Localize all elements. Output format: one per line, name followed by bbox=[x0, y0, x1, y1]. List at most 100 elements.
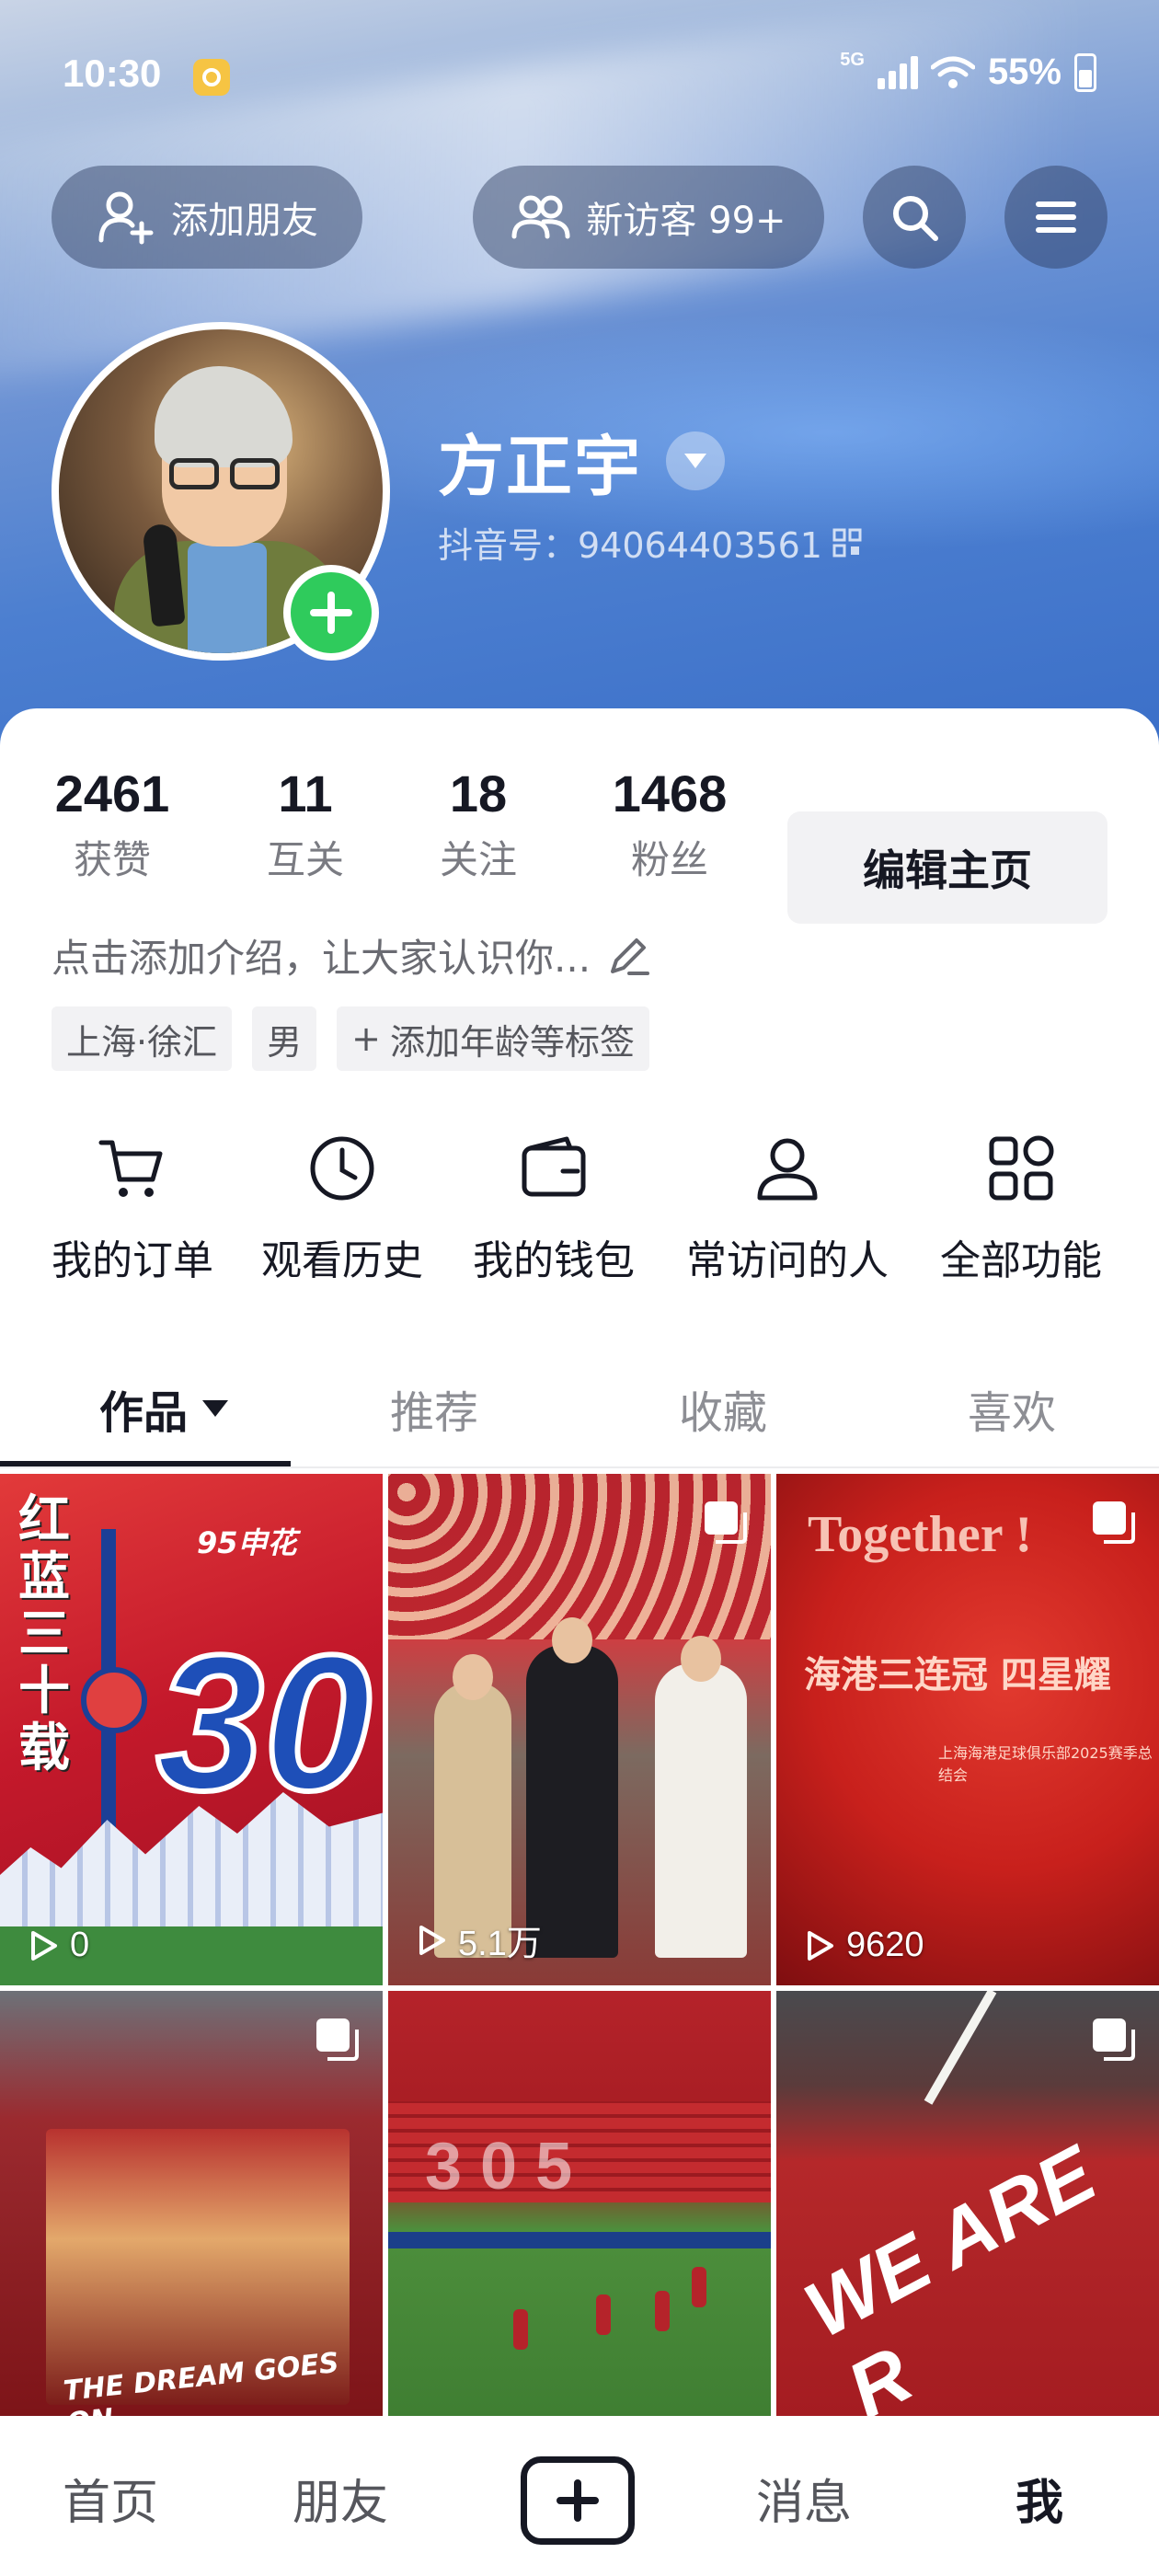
top-action-bar: 添加朋友 新访客 99+ bbox=[0, 166, 1159, 272]
video-tile[interactable]: Together ! 海港三连冠 四星耀 上海海港足球俱乐部2025赛季总结会 … bbox=[776, 1474, 1159, 1985]
grid-icon bbox=[989, 1135, 1054, 1201]
thumbnail-text: 305 bbox=[425, 2130, 591, 2203]
qr-code-icon bbox=[832, 528, 862, 557]
feature-label: 我的订单 bbox=[52, 1237, 213, 1284]
stat-value: 1468 bbox=[612, 765, 728, 822]
feature-label: 全部功能 bbox=[940, 1237, 1102, 1284]
profile-stats: 2461 获赞 11 互关 18 关注 1468 粉丝 编辑主页 bbox=[0, 764, 1159, 924]
add-tag-button[interactable]: + 添加年龄等标签 bbox=[337, 1006, 649, 1071]
video-tile[interactable]: WE ARE R bbox=[776, 1991, 1159, 2418]
stat-following[interactable]: 18 关注 bbox=[430, 764, 526, 885]
nav-friends[interactable]: 朋友 bbox=[293, 2464, 388, 2533]
feature-label: 我的钱包 bbox=[473, 1237, 635, 1284]
add-user-icon bbox=[98, 191, 154, 245]
play-icon bbox=[808, 1930, 833, 1961]
view-count-text: 0 bbox=[70, 1926, 90, 1964]
view-count: 5.1万 bbox=[412, 1915, 542, 1965]
thumbnail-text: WE ARE R bbox=[790, 2129, 1109, 2418]
tab-likes[interactable]: 喜欢 bbox=[968, 1376, 1056, 1441]
visitors-label: 新访客 99+ bbox=[586, 200, 786, 242]
nav-messages[interactable]: 消息 bbox=[756, 2464, 852, 2533]
nav-me[interactable]: 我 bbox=[1016, 2464, 1063, 2533]
douyin-id-text: 抖音号：94064403561 bbox=[438, 525, 822, 566]
person-icon bbox=[757, 1138, 818, 1201]
tag-location[interactable]: 上海·徐汇 bbox=[52, 1006, 233, 1071]
edit-profile-button[interactable]: 编辑主页 bbox=[787, 811, 1107, 924]
nav-home[interactable]: 首页 bbox=[63, 2464, 158, 2533]
tag-gender[interactable]: 男 bbox=[252, 1006, 317, 1071]
feature-wallet[interactable]: 我的钱包 bbox=[473, 1132, 635, 1286]
battery-percent: 55% bbox=[987, 52, 1061, 92]
tab-label: 作品 bbox=[99, 1387, 189, 1439]
clock-icon bbox=[310, 1136, 374, 1201]
create-button[interactable] bbox=[521, 2456, 635, 2545]
network-type: 5G bbox=[840, 49, 865, 70]
view-count-text: 5.1万 bbox=[458, 1925, 542, 1963]
video-grid: 红蓝三十载 95申花 30 0 5.1万 Together ! 海港三连冠 四星… bbox=[0, 1474, 1159, 2486]
dropdown-arrow-icon bbox=[202, 1400, 229, 1417]
tab-works[interactable]: 作品 bbox=[99, 1376, 230, 1441]
status-indicators: 5G 55% bbox=[840, 49, 1096, 93]
video-tile[interactable]: 5.1万 bbox=[388, 1474, 771, 1985]
stat-label: 互关 bbox=[266, 837, 344, 882]
video-tile[interactable]: THE DREAM GOES ON bbox=[0, 1991, 383, 2418]
account-switch-button[interactable] bbox=[666, 431, 726, 490]
add-friend-label: 添加朋友 bbox=[171, 200, 318, 242]
feature-orders[interactable]: 我的订单 bbox=[52, 1132, 213, 1286]
stat-label: 获赞 bbox=[73, 837, 151, 882]
feature-label: 观看历史 bbox=[261, 1237, 423, 1284]
add-tag-label: 添加年龄等标签 bbox=[389, 1021, 635, 1063]
thumbnail-text: 30 bbox=[154, 1612, 374, 1834]
multi-image-icon bbox=[705, 1501, 747, 1544]
thumbnail-text: 海港三连冠 四星耀 bbox=[804, 1654, 1111, 1696]
stat-followers[interactable]: 1468 粉丝 bbox=[607, 764, 732, 885]
visitors-button[interactable]: 新访客 99+ bbox=[473, 166, 824, 269]
bio-placeholder: 点击添加介绍，让大家认识你... bbox=[52, 936, 591, 981]
tab-favorites[interactable]: 收藏 bbox=[679, 1376, 767, 1441]
stat-label: 关注 bbox=[439, 837, 517, 882]
profile-tags: 上海·徐汇 男 + 添加年龄等标签 bbox=[52, 1006, 649, 1071]
stat-value: 11 bbox=[278, 765, 333, 822]
douyin-id[interactable]: 抖音号：94064403561 bbox=[438, 517, 863, 568]
chevron-down-icon bbox=[684, 453, 707, 468]
plus-icon bbox=[310, 592, 352, 634]
profile-card: 2461 获赞 11 互关 18 关注 1468 粉丝 编辑主页 点击添加介绍，… bbox=[0, 708, 1159, 2576]
cart-icon bbox=[98, 1140, 163, 1197]
visitors-icon bbox=[511, 195, 570, 239]
add-friend-button[interactable]: 添加朋友 bbox=[52, 166, 362, 269]
feature-all[interactable]: 全部功能 bbox=[940, 1132, 1102, 1286]
video-tile[interactable]: 红蓝三十载 95申花 30 0 bbox=[0, 1474, 383, 1985]
multi-image-icon bbox=[1093, 1501, 1135, 1544]
feature-label: 常访问的人 bbox=[686, 1237, 889, 1284]
wallet-icon bbox=[522, 1136, 586, 1197]
video-tile[interactable]: 305 bbox=[388, 1991, 771, 2418]
menu-icon bbox=[1036, 201, 1076, 233]
plus-icon bbox=[557, 2479, 599, 2522]
search-icon bbox=[893, 196, 938, 241]
stat-mutual[interactable]: 11 互关 bbox=[258, 764, 353, 885]
tab-recommend[interactable]: 推荐 bbox=[390, 1376, 478, 1441]
status-bar: 10:30 5G 55% bbox=[0, 0, 1159, 156]
menu-button[interactable] bbox=[1004, 166, 1107, 269]
wifi-icon bbox=[930, 56, 975, 88]
pencil-icon bbox=[611, 937, 650, 975]
signal-icon bbox=[877, 55, 918, 89]
stat-likes[interactable]: 2461 获赞 bbox=[52, 764, 173, 885]
search-button[interactable] bbox=[863, 166, 966, 269]
stat-value: 18 bbox=[449, 765, 508, 822]
plus-icon: + bbox=[351, 1018, 381, 1059]
thumbnail-text: 上海海港足球俱乐部2025赛季总结会 bbox=[938, 1744, 1153, 1784]
avatar-container bbox=[52, 322, 390, 661]
notification-icon bbox=[193, 59, 230, 96]
view-count: 0 bbox=[24, 1926, 89, 1965]
feature-history[interactable]: 观看历史 bbox=[261, 1132, 423, 1286]
battery-icon bbox=[1074, 52, 1096, 92]
bottom-navigation: 首页 朋友 消息 我 bbox=[0, 2416, 1159, 2576]
stat-label: 粉丝 bbox=[630, 837, 708, 882]
view-count: 9620 bbox=[800, 1926, 924, 1965]
feature-frequent-visitors[interactable]: 常访问的人 bbox=[686, 1132, 889, 1286]
bio-row[interactable]: 点击添加介绍，让大家认识你... bbox=[52, 927, 653, 983]
multi-image-icon bbox=[316, 2018, 359, 2061]
view-count-text: 9620 bbox=[846, 1926, 924, 1964]
add-story-button[interactable] bbox=[283, 565, 379, 661]
